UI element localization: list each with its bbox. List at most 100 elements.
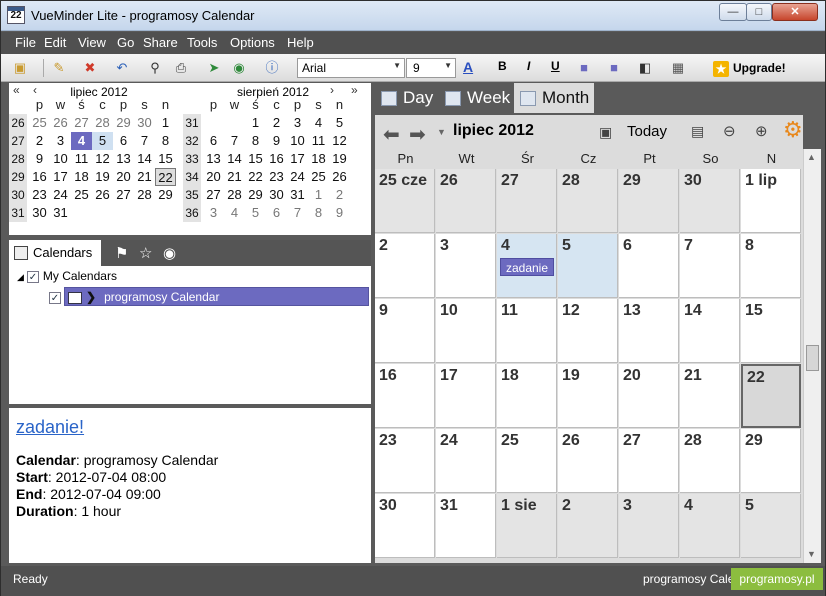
mini-calendar-day[interactable]: 29 xyxy=(113,114,134,132)
day-cell[interactable]: 13 xyxy=(619,299,679,363)
day-cell[interactable]: 14 xyxy=(680,299,740,363)
day-cell[interactable]: 15 xyxy=(741,299,801,363)
mini-calendar-day[interactable]: 3 xyxy=(287,114,308,132)
go-to-date-icon[interactable]: ▣ xyxy=(599,124,612,141)
mini-calendar-day[interactable]: 20 xyxy=(113,168,134,186)
minimize-button[interactable]: — xyxy=(719,3,747,21)
fill-color-icon[interactable]: ■ xyxy=(575,59,593,77)
image-icon[interactable]: ▦ xyxy=(669,59,687,77)
day-cell[interactable]: 27 xyxy=(497,169,557,233)
mini-calendar-day[interactable]: 2 xyxy=(266,114,287,132)
mini-calendar-day[interactable]: 17 xyxy=(50,168,71,186)
scroll-down-icon[interactable]: ▼ xyxy=(807,549,816,559)
day-cell[interactable]: 25 xyxy=(497,429,557,493)
font-select[interactable]: Arial ▼ xyxy=(297,58,405,78)
mini-calendar-day[interactable]: 29 xyxy=(245,186,266,204)
search-icon[interactable]: ⚲ xyxy=(146,59,164,77)
tree-child-checkbox-row[interactable]: ✓ xyxy=(49,288,65,306)
day-cell[interactable]: 4 xyxy=(680,494,740,558)
mini-calendar-day[interactable]: 31 xyxy=(50,204,71,222)
next-arrow-icon[interactable]: ➡ xyxy=(409,122,426,147)
mini-calendar-day[interactable]: 13 xyxy=(203,150,224,168)
help-icon[interactable]: ⓘ xyxy=(263,59,281,77)
mini-calendar-day[interactable]: 22 xyxy=(155,168,176,186)
day-cell[interactable]: 30 xyxy=(680,169,740,233)
day-cell[interactable]: 4 zadanie xyxy=(497,234,557,298)
day-cell[interactable]: 18 xyxy=(497,364,557,428)
mini-calendar-day[interactable]: 7 xyxy=(134,132,155,150)
close-button[interactable]: ✕ xyxy=(772,3,818,21)
bold-button[interactable]: B xyxy=(498,59,507,73)
mini-calendar-day[interactable]: 4 xyxy=(224,204,245,222)
day-cell[interactable]: 23 xyxy=(375,429,435,493)
day-cell[interactable]: 2 xyxy=(375,234,435,298)
menu-tools[interactable]: Tools xyxy=(187,35,217,50)
mini-calendar-day[interactable]: 5 xyxy=(329,114,350,132)
menu-view[interactable]: View xyxy=(78,35,106,50)
mini-calendar-day[interactable]: 23 xyxy=(29,186,50,204)
tab-week[interactable]: Week xyxy=(439,83,511,113)
expand-icon[interactable]: ◢ xyxy=(17,272,24,282)
new-item-icon[interactable]: ▣ xyxy=(11,59,29,77)
menu-go[interactable]: Go xyxy=(117,35,134,50)
delete-icon[interactable]: ✖ xyxy=(81,59,99,77)
chevron-down-icon[interactable]: ▼ xyxy=(437,127,446,137)
day-cell[interactable]: 5 xyxy=(741,494,801,558)
upgrade-button[interactable]: ★ Upgrade! xyxy=(713,57,805,79)
mini-calendar-day[interactable]: 26 xyxy=(92,186,113,204)
print-icon[interactable]: ⎙ xyxy=(172,59,190,77)
chart-icon[interactable]: ▤ xyxy=(691,123,704,140)
day-cell[interactable]: 29 xyxy=(619,169,679,233)
mini-calendar-day[interactable]: 15 xyxy=(245,150,266,168)
mini-calendar-day[interactable]: 21 xyxy=(224,168,245,186)
mini-calendar-day[interactable]: 14 xyxy=(134,150,155,168)
mini-calendar-day[interactable]: 20 xyxy=(203,168,224,186)
day-cell[interactable]: 6 xyxy=(619,234,679,298)
menu-edit[interactable]: Edit xyxy=(44,35,66,50)
day-cell[interactable]: 10 xyxy=(436,299,496,363)
mini-calendar-day[interactable]: 6 xyxy=(113,132,134,150)
mini-calendar-day[interactable]: 6 xyxy=(266,204,287,222)
edit-item-icon[interactable]: ✎ xyxy=(50,59,68,77)
day-cell[interactable]: 28 xyxy=(558,169,618,233)
mini-calendar-day[interactable]: 28 xyxy=(92,114,113,132)
globe-icon[interactable]: ◉ xyxy=(163,244,176,262)
mini-calendar-day[interactable]: 5 xyxy=(92,132,113,150)
mini-calendar-day[interactable]: 1 xyxy=(155,114,176,132)
day-cell[interactable]: 25 cze xyxy=(375,169,435,233)
mini-calendar-day[interactable]: 26 xyxy=(50,114,71,132)
mini-calendar-day[interactable]: 10 xyxy=(50,150,71,168)
mini-calendar-day[interactable]: 22 xyxy=(245,168,266,186)
mini-calendar-day[interactable]: 25 xyxy=(308,168,329,186)
day-cell[interactable]: 24 xyxy=(436,429,496,493)
mini-calendar-day[interactable]: 25 xyxy=(71,186,92,204)
mini-calendar-day[interactable]: 11 xyxy=(308,132,329,150)
mini-calendar-day[interactable]: 30 xyxy=(134,114,155,132)
mini-calendar-day[interactable]: 30 xyxy=(29,204,50,222)
font-size-select[interactable]: 9 ▼ xyxy=(406,58,456,78)
mini-calendar-day[interactable]: 18 xyxy=(71,168,92,186)
italic-button[interactable]: I xyxy=(527,59,530,73)
mini-calendar-day[interactable]: 30 xyxy=(266,186,287,204)
mini-calendar-day[interactable]: 19 xyxy=(329,150,350,168)
scroll-thumb[interactable] xyxy=(806,345,819,371)
day-cell[interactable]: 26 xyxy=(436,169,496,233)
import-icon[interactable]: ➤ xyxy=(205,59,223,77)
mini-calendar-day[interactable]: 31 xyxy=(287,186,308,204)
mini-calendar-day[interactable]: 3 xyxy=(50,132,71,150)
mini-calendar-day[interactable]: 7 xyxy=(224,132,245,150)
menu-share[interactable]: Share xyxy=(143,35,178,50)
zoom-out-icon[interactable]: ⊖ xyxy=(723,122,736,140)
day-cell[interactable]: 2 xyxy=(558,494,618,558)
tab-day[interactable]: Day xyxy=(375,83,437,113)
day-cell[interactable]: 3 xyxy=(619,494,679,558)
mini-calendar-day[interactable]: 11 xyxy=(71,150,92,168)
menu-options[interactable]: Options xyxy=(230,35,275,50)
event-title-link[interactable]: zadanie! xyxy=(16,417,84,438)
mini-calendar-day[interactable]: 12 xyxy=(92,150,113,168)
mini-calendar-day[interactable]: 1 xyxy=(308,186,329,204)
vertical-scrollbar[interactable]: ▲ ▼ xyxy=(803,149,821,563)
day-cell[interactable]: 28 xyxy=(680,429,740,493)
mini-calendar-day[interactable]: 15 xyxy=(155,150,176,168)
font-color-icon[interactable]: A xyxy=(463,59,473,75)
